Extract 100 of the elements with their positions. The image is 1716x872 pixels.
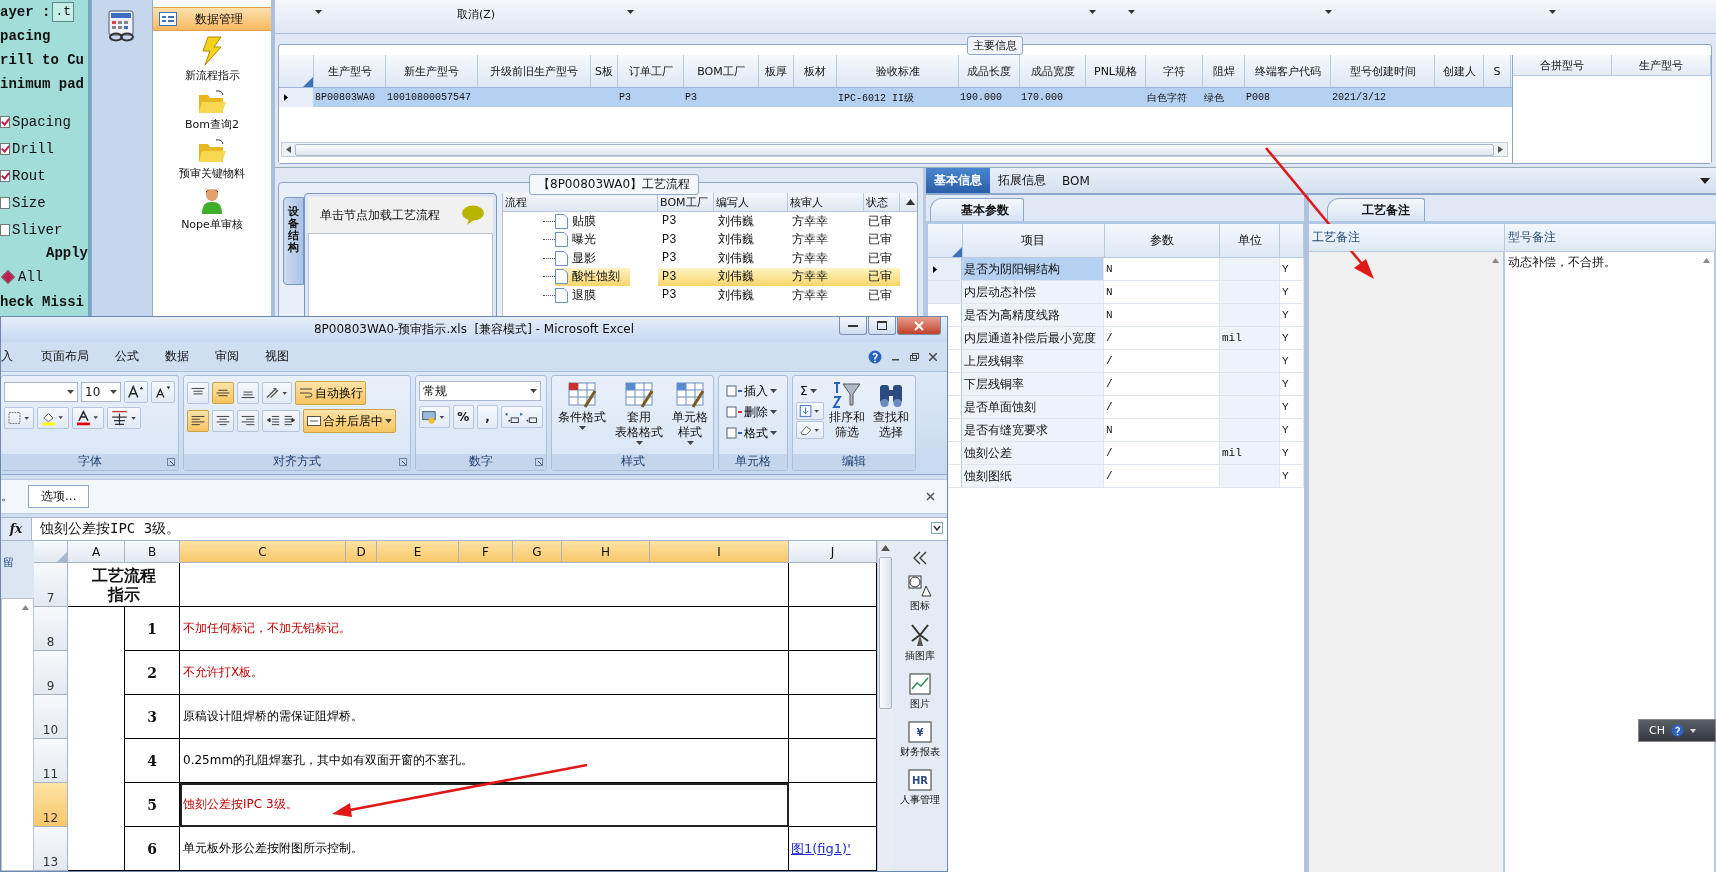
cancel-button[interactable]: 取消(Z) <box>455 7 498 22</box>
column-header[interactable]: 状态 <box>864 193 901 211</box>
column-header[interactable]: F <box>459 541 513 563</box>
close-button[interactable] <box>897 317 941 335</box>
table-cell[interactable]: 是否单面蚀刻 <box>962 396 1104 418</box>
checkbox[interactable] <box>0 142 10 155</box>
column-header[interactable]: 创建人 <box>1435 55 1484 87</box>
dialog-launcher-icon[interactable] <box>535 457 543 466</box>
checkbox[interactable] <box>0 196 10 209</box>
row-header[interactable]: 12 <box>34 783 68 827</box>
column-header[interactable]: 字符 <box>1146 55 1203 87</box>
scroll-right-icon[interactable] <box>1498 146 1503 153</box>
indent-icon[interactable] <box>262 410 300 433</box>
scroll-left-icon[interactable] <box>286 146 291 153</box>
number-style-button[interactable]: % <box>452 405 474 430</box>
layer-field[interactable]: .t <box>52 2 75 22</box>
caret-icon[interactable] <box>1325 10 1333 14</box>
tab[interactable]: 工艺备注 <box>1327 198 1425 221</box>
decimal-places-icon[interactable] <box>501 406 543 429</box>
table-cell[interactable]: 蚀刻图纸 <box>962 465 1104 487</box>
column-header[interactable]: 项目 <box>962 224 1105 257</box>
checkbox[interactable] <box>0 223 10 236</box>
column-header[interactable]: D <box>346 541 377 563</box>
restore-icon[interactable] <box>910 352 919 361</box>
tab[interactable]: 基本信息 <box>926 168 990 193</box>
row-header[interactable]: 9 <box>34 651 68 695</box>
caret-icon[interactable] <box>1089 10 1097 14</box>
caret-icon[interactable] <box>315 10 322 14</box>
tab[interactable]: 基本参数 <box>930 198 1024 221</box>
table-cell[interactable]: 是否为高精度线路 <box>962 304 1104 326</box>
column-header[interactable]: 成品长度 <box>959 55 1020 87</box>
orientation-icon[interactable] <box>262 382 292 405</box>
column-header[interactable]: B <box>125 541 180 563</box>
cell-command-button[interactable]: 插入 <box>722 381 780 402</box>
scroll-up-icon[interactable] <box>906 199 916 205</box>
column-header[interactable]: 新生产型号 <box>386 55 478 87</box>
column-header[interactable]: BOM工厂 <box>684 55 759 87</box>
tab[interactable]: BOM <box>1054 168 1098 193</box>
checkbox[interactable] <box>0 115 10 128</box>
font-color-icon[interactable] <box>72 407 104 430</box>
close-icon[interactable] <box>929 352 937 361</box>
column-header[interactable]: 工艺备注 <box>1309 224 1505 251</box>
column-header[interactable]: 成品宽度 <box>1020 55 1086 87</box>
row-header[interactable]: 7 <box>34 563 68 607</box>
style-button[interactable]: 单元格 样式 <box>669 381 711 446</box>
column-header[interactable]: 终端客户代码 <box>1245 55 1331 87</box>
nav-item[interactable]: 预审关键物料 <box>177 137 247 182</box>
expand-icon[interactable] <box>931 522 943 535</box>
ribbon-tab[interactable]: 页面布局 <box>41 348 89 366</box>
column-header[interactable]: 合拼型号 <box>1513 55 1612 75</box>
options-button[interactable]: 选项... <box>28 484 90 508</box>
dialog-launcher-icon[interactable] <box>399 457 407 466</box>
column-header[interactable]: I <box>650 541 789 563</box>
ribbon-tab[interactable]: 视图 <box>265 348 289 366</box>
edit-command-button[interactable]: 排序和 筛选 <box>826 381 868 454</box>
checkbox[interactable] <box>0 169 10 182</box>
column-header[interactable]: BOM工厂 <box>658 193 715 211</box>
tree-node[interactable]: 贴膜 <box>555 212 607 231</box>
column-header[interactable]: 板厚 <box>759 55 794 87</box>
align-right-icon[interactable] <box>237 410 259 433</box>
table-row[interactable]: 8P00803WA0 10010800057547 P3 P3 IPC-6012 II级 190.000 170.000 白色字符 绿色 P008 2021/3/12 <box>279 88 1512 107</box>
grow-font-icon[interactable] <box>124 381 148 404</box>
formula-field[interactable]: 蚀刻公差按IPC 3级。 <box>40 520 181 539</box>
nav-item[interactable]: Nope单审核 <box>179 186 245 233</box>
collapse-icon[interactable] <box>912 551 928 565</box>
column-header[interactable]: 生产型号 <box>1612 55 1711 75</box>
ribbon-tab[interactable]: 公式 <box>115 348 139 366</box>
column-header[interactable]: 单位 <box>1220 224 1281 257</box>
maximize-button[interactable] <box>868 317 896 335</box>
table-cell[interactable]: 上层残铜率 <box>962 350 1104 372</box>
autosum-button[interactable]: Σ <box>796 381 824 402</box>
side-pane-item[interactable]: 图标 <box>908 575 932 613</box>
grid-corner-icon[interactable] <box>303 77 313 87</box>
align-left-icon[interactable] <box>187 410 209 433</box>
input-language-button[interactable]: CH <box>1649 724 1665 737</box>
help-icon[interactable] <box>868 349 882 364</box>
column-header[interactable]: PNL规格 <box>1086 55 1146 87</box>
column-header[interactable]: H <box>562 541 650 563</box>
side-pane-item[interactable]: 插图库 <box>905 623 935 663</box>
wrap-text-button[interactable]: 自动换行 <box>295 381 366 406</box>
column-header[interactable]: J <box>789 541 877 563</box>
column-header[interactable]: 型号备注 <box>1505 224 1716 251</box>
column-header[interactable]: 订单工厂 <box>618 55 684 87</box>
close-icon[interactable] <box>926 491 935 501</box>
merge-center-button[interactable]: 合并后居中 <box>303 409 396 434</box>
column-header[interactable]: 升级前旧生产型号 <box>478 55 591 87</box>
fill-down-icon[interactable] <box>796 402 824 421</box>
edit-command-button[interactable]: 查找和 选择 <box>870 381 912 454</box>
currency-icon[interactable] <box>419 406 450 429</box>
column-header[interactable]: 阻焊 <box>1203 55 1245 87</box>
row-header[interactable]: 8 <box>34 607 68 651</box>
row-header[interactable] <box>279 88 313 107</box>
column-header[interactable]: 参数 <box>1104 224 1221 257</box>
column-header[interactable]: A <box>68 541 125 563</box>
cell-command-button[interactable]: 删除 <box>722 402 780 423</box>
tree-node[interactable]: 曝光 <box>555 230 607 249</box>
column-header[interactable]: 核审人 <box>788 193 865 211</box>
caret-icon[interactable] <box>1549 10 1557 14</box>
row-header[interactable]: 13 <box>34 827 68 871</box>
table-cell[interactable]: 是否有缝宽要求 <box>962 419 1104 441</box>
